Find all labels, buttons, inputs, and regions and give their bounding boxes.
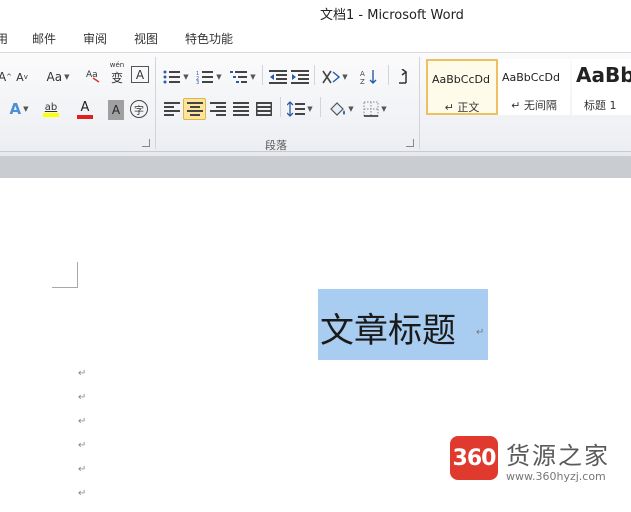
tab-view[interactable]: 视图 <box>134 30 158 47</box>
margin-corner-marker <box>52 262 78 288</box>
paragraph-mark: ↵ <box>78 392 87 403</box>
distributed-icon <box>256 102 272 116</box>
bullets-icon <box>163 70 181 84</box>
document-title: 文章标题 <box>320 311 456 351</box>
chinese-layout-icon <box>322 70 341 84</box>
enclose-characters-button[interactable]: 字 <box>130 100 148 118</box>
change-case-button[interactable]: Aa ▼ <box>44 67 72 87</box>
font-color-button[interactable]: A <box>70 99 100 119</box>
paragraph-mark: ↵ <box>78 368 87 379</box>
sort-button[interactable]: AZ <box>358 67 382 87</box>
increase-indent-button[interactable] <box>290 67 310 87</box>
ribbon-shadow <box>0 152 631 156</box>
svg-text:3: 3 <box>196 80 199 84</box>
borders-icon <box>363 101 379 117</box>
grow-font-button[interactable]: A ^ <box>0 67 12 87</box>
watermark-logo: 360 <box>450 436 498 480</box>
numbering-button[interactable]: 1 2 3 ▼ <box>194 67 224 87</box>
decrease-indent-icon <box>269 70 287 84</box>
paragraph-group-label: 段落 <box>265 139 287 152</box>
align-center-button[interactable] <box>183 98 206 120</box>
style-heading-1[interactable]: AaBb 标题 1 <box>572 59 631 115</box>
style-no-spacing[interactable]: AaBbCcDd ↵ 无间隔 <box>498 59 570 115</box>
paragraph-mark: ↵ <box>78 416 87 427</box>
watermark-url: www.360hyzj.com <box>506 470 606 483</box>
borders-button[interactable]: ▼ <box>360 99 390 119</box>
highlight-color-bar <box>43 112 59 117</box>
group-separator <box>388 65 389 85</box>
clear-format-icon: Aa <box>86 70 100 83</box>
multilevel-list-icon <box>230 71 248 83</box>
tab-review[interactable]: 审阅 <box>83 30 107 47</box>
paragraph-mark: ↵ <box>78 440 87 451</box>
character-shading-button[interactable]: A <box>108 100 124 120</box>
ribbon-tabs: 用 邮件 审阅 视图 特色功能 <box>0 26 631 52</box>
paragraph-mark-icon <box>399 69 408 84</box>
title-bar: 文档1 - Microsoft Word <box>0 0 631 26</box>
paint-bucket-icon <box>330 102 346 116</box>
group-separator <box>280 97 281 117</box>
show-hide-marks-button[interactable] <box>394 67 412 87</box>
paragraph-dialog-launcher-icon[interactable] <box>406 139 414 147</box>
phonetic-guide-button[interactable]: wén 变 <box>107 61 127 85</box>
text-effects-icon: A <box>9 100 22 118</box>
align-left-icon <box>164 102 180 116</box>
distributed-button[interactable] <box>254 99 274 119</box>
font-dialog-launcher-icon[interactable] <box>142 139 150 147</box>
decrease-indent-button[interactable] <box>268 67 288 87</box>
tab-reference[interactable]: 用 <box>0 30 8 47</box>
align-right-button[interactable] <box>208 99 228 119</box>
window-title: 文档1 - Microsoft Word <box>320 8 464 23</box>
shading-button[interactable]: ▼ <box>326 99 356 119</box>
svg-text:A: A <box>360 70 365 78</box>
align-center-icon <box>186 102 203 116</box>
ribbon: A ^ Av Aa ▼ Aa wén 变 A A ▼ ab A A 字 ▼ 1 … <box>0 52 631 152</box>
highlight-button[interactable]: ab <box>36 99 66 119</box>
watermark-name: 货源之家 <box>506 442 610 470</box>
paragraph-mark: ↵ <box>78 488 87 499</box>
clear-format-button[interactable]: Aa <box>84 65 102 85</box>
paragraph-mark: ↵ <box>476 327 485 338</box>
justify-button[interactable] <box>231 99 251 119</box>
tab-special-features[interactable]: 特色功能 <box>185 30 233 47</box>
group-separator <box>262 65 263 85</box>
line-spacing-button[interactable]: ▼ <box>286 99 314 119</box>
align-right-icon <box>210 102 226 116</box>
line-spacing-icon <box>287 101 306 117</box>
svg-text:Aa: Aa <box>86 70 98 80</box>
numbering-icon: 1 2 3 <box>196 71 214 84</box>
group-separator <box>314 65 315 85</box>
shrink-font-button[interactable]: Av <box>14 67 30 87</box>
group-separator <box>155 57 156 149</box>
selected-title-text[interactable]: 文章标题 ↵ <box>318 289 488 360</box>
character-border-button[interactable]: A <box>131 66 149 83</box>
styles-gallery: AaBbCcDd ↵ 正文 AaBbCcDd ↵ 无间隔 AaBb 标题 1 <box>426 57 631 117</box>
multilevel-list-button[interactable]: ▼ <box>228 67 258 87</box>
style-normal[interactable]: AaBbCcDd ↵ 正文 <box>426 59 498 115</box>
increase-indent-icon <box>291 70 309 84</box>
justify-icon <box>233 102 249 116</box>
sort-icon: AZ <box>360 70 377 85</box>
chinese-layout-button[interactable]: ▼ <box>320 67 350 87</box>
align-left-button[interactable] <box>162 99 182 119</box>
tab-mailings[interactable]: 邮件 <box>32 30 56 47</box>
svg-text:Z: Z <box>360 78 365 85</box>
bullets-button[interactable]: ▼ <box>162 67 190 87</box>
group-separator <box>320 97 321 117</box>
text-effects-button[interactable]: A ▼ <box>6 99 32 119</box>
font-color-bar <box>77 114 93 119</box>
group-separator <box>419 57 420 149</box>
paragraph-mark: ↵ <box>78 464 87 475</box>
